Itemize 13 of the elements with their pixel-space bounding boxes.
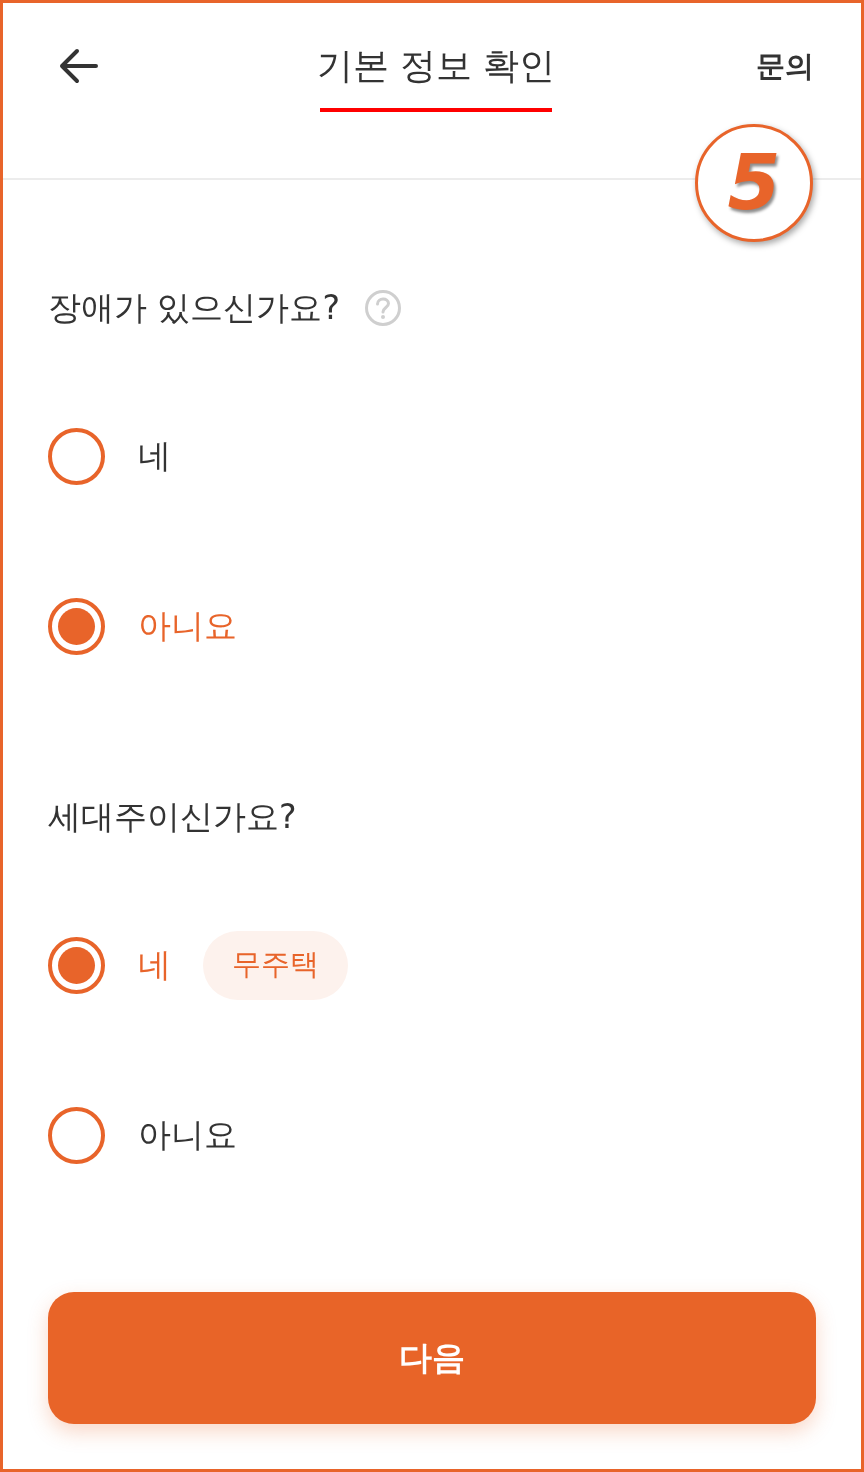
question-text: 장애가 있으신가요? (48, 288, 340, 328)
back-arrow-icon[interactable] (58, 48, 98, 84)
status-tag: 무주택 (203, 930, 348, 1000)
radio-button[interactable] (48, 936, 105, 994)
radio-button[interactable] (48, 427, 105, 485)
step-number: 5 (695, 124, 813, 242)
question-text: 세대주이신가요? (48, 797, 297, 837)
option-label[interactable]: 네 (138, 436, 171, 476)
radio-button[interactable] (48, 597, 105, 655)
page-title: 기본 정보 확인 (316, 44, 556, 88)
inquiry-link[interactable]: 문의 (756, 44, 814, 88)
option-label[interactable]: 아니요 (138, 1115, 237, 1155)
radio-button[interactable] (48, 1106, 105, 1164)
